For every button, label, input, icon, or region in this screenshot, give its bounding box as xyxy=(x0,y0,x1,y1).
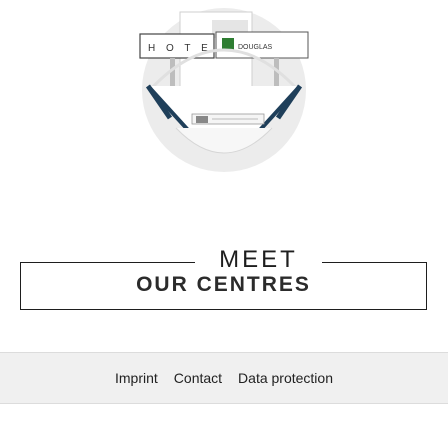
footer-link-data-protection[interactable]: Data protection xyxy=(238,370,333,386)
meet-heading: MEET xyxy=(219,248,298,270)
footer-link-contact[interactable]: Contact xyxy=(174,370,222,386)
frame-top-left xyxy=(20,262,195,263)
hero-illustration: H O T E L S DOUGLAS xyxy=(0,0,448,250)
douglas-logo: DOUGLAS xyxy=(238,44,273,51)
frame-bottom xyxy=(20,309,427,310)
meet-our-centres-box: MEET OUR CENTRES xyxy=(20,246,427,310)
footer-link-imprint[interactable]: Imprint xyxy=(115,370,158,386)
shop-sign-small xyxy=(196,116,208,123)
shopping-centre-illustration: H O T E L S DOUGLAS xyxy=(139,8,309,172)
page: H O T E L S DOUGLAS MEET OUR CENTRES Imp… xyxy=(0,0,448,448)
douglas-logo-mark xyxy=(222,38,234,50)
footer: Imprint Contact Data protection xyxy=(0,352,448,404)
our-centres-heading: OUR CENTRES xyxy=(136,273,311,296)
frame-top-right xyxy=(322,262,427,263)
